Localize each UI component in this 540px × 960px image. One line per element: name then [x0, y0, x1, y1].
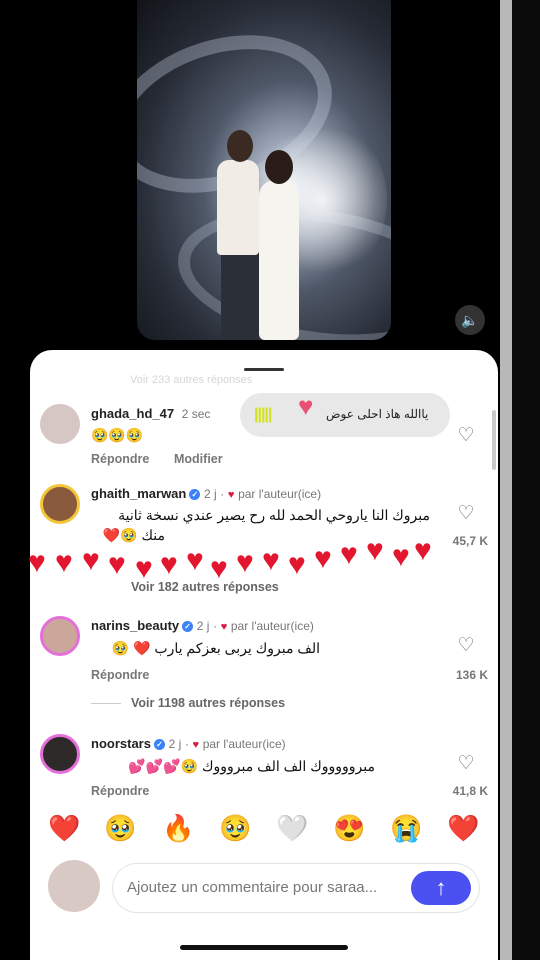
username-text[interactable]: narins_beauty [91, 618, 179, 633]
home-indicator [180, 945, 348, 950]
scrollbar[interactable] [492, 410, 496, 470]
reply-button[interactable]: Répondre [91, 452, 149, 466]
couple-figure [221, 250, 259, 340]
comment-text: مبروووووك الف الف مبروووك 🥹💕💕💕 [128, 758, 375, 774]
video-player[interactable] [137, 0, 391, 340]
comment-input-placeholder[interactable]: Ajoutez un commentaire pour saraa... [127, 879, 377, 896]
divider-line [91, 703, 121, 704]
comment-text: مبروك النا ياروحي الحمد لله رح يصير عندي… [118, 507, 430, 523]
comment-username[interactable]: ghaith_marwan ✓ 2 j · ♥ par l'auteur(ice) [91, 486, 321, 501]
pleading-face-emoji-icon[interactable]: 🥹 [219, 812, 251, 844]
verified-badge-icon: ✓ [182, 621, 194, 633]
couple-figure [227, 130, 253, 162]
see-more-replies-faded[interactable]: Voir 233 autres réponses [130, 374, 252, 386]
page-edge [512, 0, 540, 960]
fire-emoji-icon[interactable]: 🔥 [162, 812, 194, 844]
author-heart-icon: ♥ [227, 489, 235, 501]
white-heart-emoji-icon[interactable]: 🤍 [276, 812, 308, 844]
avatar[interactable] [40, 616, 80, 656]
like-count: 45,7 K [452, 534, 488, 548]
sticker-text: ياالله هاذ احلى عوض [326, 407, 429, 421]
comment-text: منك 🥹❤️ [102, 527, 165, 543]
heart-outline-icon[interactable]: ♡ [455, 426, 477, 446]
comment-time: 2 j [203, 487, 217, 501]
comments-sheet: Voir 233 autres réponses ghada_hd_47 2 s… [30, 350, 498, 960]
heart-outline-icon[interactable]: ♡ [455, 504, 477, 524]
red-heart-emoji-icon[interactable]: ❤️ [447, 812, 479, 844]
pleading-face-emoji-icon[interactable]: 🥹 [104, 812, 136, 844]
avatar[interactable] [40, 484, 80, 524]
heart-eyes-emoji-icon[interactable]: 😍 [333, 812, 365, 844]
heart-outline-icon[interactable]: ♡ [455, 754, 477, 774]
avatar[interactable] [40, 404, 80, 444]
meta-separator: · [213, 619, 218, 633]
author-badge: par l'auteur(ice) [202, 737, 286, 751]
author-heart-icon: ♥ [220, 621, 228, 633]
couple-figure [217, 160, 259, 255]
reply-button[interactable]: Répondre [91, 668, 149, 682]
heart-outline-icon[interactable]: ♡ [455, 636, 477, 656]
author-badge: par l'auteur(ice) [230, 619, 314, 633]
username-text[interactable]: noorstars [91, 736, 151, 751]
heart-sticker-icon: ♥ [298, 391, 314, 421]
comment-time: 2 j [168, 737, 182, 751]
speaker-icon[interactable]: 🔈 [455, 305, 485, 335]
see-more-replies[interactable]: Voir 182 autres réponses [131, 580, 279, 594]
current-user-avatar [48, 860, 100, 912]
verified-badge-icon: ✓ [153, 739, 165, 751]
edit-button[interactable]: Modifier [174, 452, 223, 466]
crying-face-emoji-icon[interactable]: 😭 [390, 812, 422, 844]
meta-separator: · [220, 487, 225, 501]
comment-username[interactable]: noorstars ✓ 2 j · ♥ par l'auteur(ice) [91, 736, 286, 751]
comment-time: 2 j [196, 619, 210, 633]
meta-separator: · [184, 737, 189, 751]
voice-sticker[interactable]: ||||| ♥ ياالله هاذ احلى عوض [240, 391, 450, 437]
comment-text: 🥹🥹🥹 [91, 427, 144, 443]
send-arrow-icon[interactable]: ↑ [411, 871, 471, 905]
couple-figure [259, 180, 299, 340]
verified-badge-icon: ✓ [189, 489, 201, 501]
avatar[interactable] [40, 734, 80, 774]
like-count: 136 K [455, 668, 488, 682]
comment-username[interactable]: ghada_hd_47 2 sec [91, 406, 210, 421]
see-more-replies[interactable]: Voir 1198 autres réponses [131, 696, 285, 710]
reply-button[interactable]: Répondre [91, 784, 149, 798]
comment-text: الف مبروك يربى بعزكم يارب ❤️ 🥹 [111, 640, 320, 656]
comment-time: 2 sec [181, 407, 211, 421]
author-heart-icon: ♥ [192, 739, 200, 751]
username-text[interactable]: ghaith_marwan [91, 486, 186, 501]
author-badge: par l'auteur(ice) [238, 487, 322, 501]
like-count: 41,8 K [452, 784, 488, 798]
comment-username[interactable]: narins_beauty ✓ 2 j · ♥ par l'auteur(ice) [91, 618, 314, 633]
sheet-handle[interactable] [244, 368, 284, 371]
audio-wave-icon: ||||| [254, 406, 272, 423]
username-text[interactable]: ghada_hd_47 [91, 406, 174, 421]
emoji-reaction-bar: ❤️ 🥹 🔥 🥹 🤍 😍 😭 ❤️ [30, 812, 498, 846]
comment-input[interactable]: Ajoutez un commentaire pour saraa... ↑ [112, 863, 480, 913]
red-heart-emoji-icon[interactable]: ❤️ [48, 812, 80, 844]
couple-figure [265, 150, 293, 184]
page-edge [500, 0, 512, 960]
